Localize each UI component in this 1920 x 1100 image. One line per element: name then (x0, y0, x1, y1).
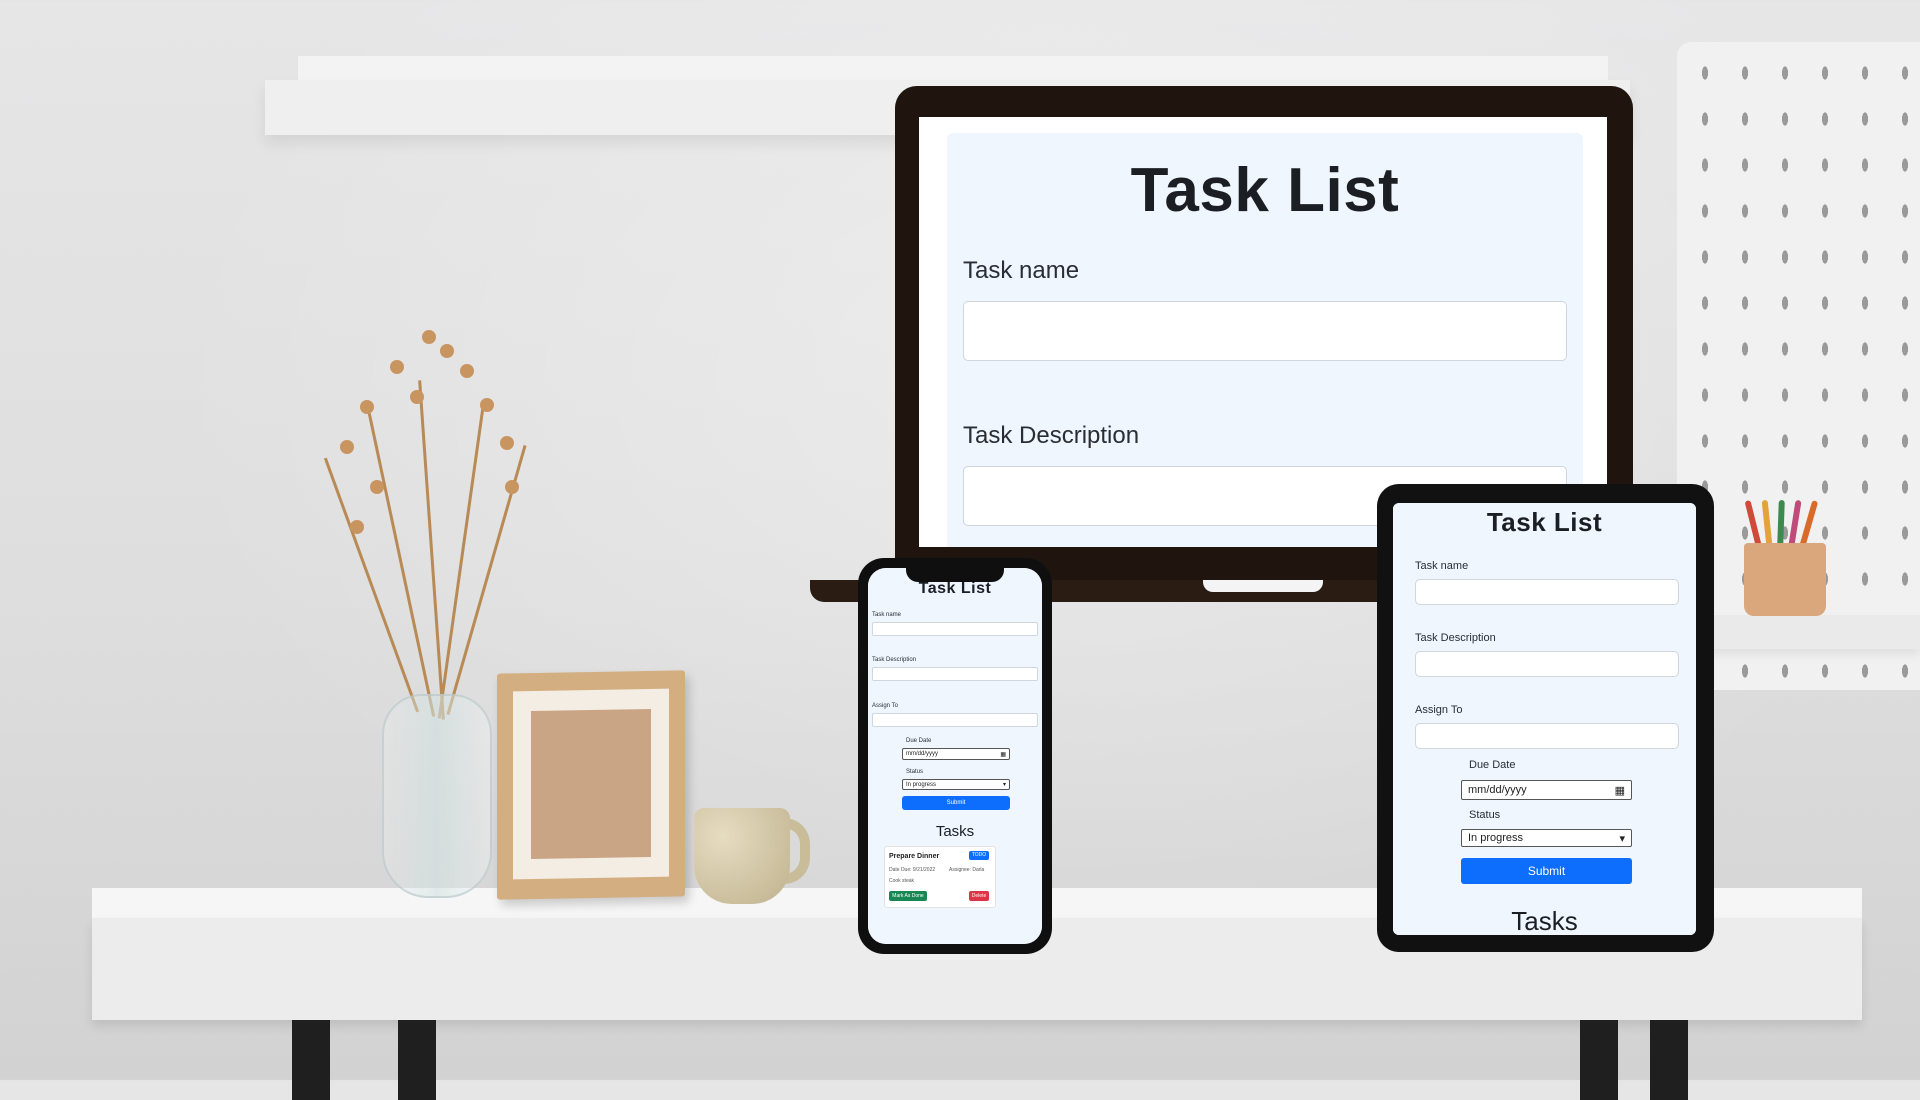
chevron-down-icon: ▾ (1619, 832, 1625, 845)
dried-flowers (323, 320, 540, 720)
wall-shelf-top (298, 56, 1608, 82)
task-description-input[interactable] (872, 667, 1038, 681)
due-date-placeholder: mm/dd/yyyy (1468, 784, 1527, 796)
table-leg (1650, 1020, 1688, 1100)
task-form-card: Task List Task name Task Description Ass… (868, 568, 1042, 944)
due-date-input[interactable]: mm/dd/yyyy ▦ (1461, 780, 1632, 800)
tasks-heading: Tasks (1511, 906, 1578, 935)
due-date-input[interactable]: mm/dd/yyyy ▦ (902, 748, 1010, 760)
task-due-date: Date Due: 9/21/2022 (889, 867, 936, 873)
pegboard-shelf (1680, 615, 1920, 649)
status-select[interactable]: In progress ▾ (1461, 829, 1632, 847)
task-description-label: Task Description (963, 422, 1140, 449)
task-description-input[interactable] (1415, 651, 1679, 677)
status-label: Status (1469, 809, 1501, 821)
table-leg (398, 1020, 436, 1100)
page-title: Task List (1130, 156, 1400, 225)
status-select[interactable]: In progress ▾ (902, 779, 1010, 790)
page-title: Task List (918, 580, 992, 597)
pencil-cup (1744, 543, 1826, 616)
calendar-icon[interactable]: ▦ (1000, 751, 1006, 758)
task-form-card: Task List Task name Task Description Ass… (1393, 503, 1696, 935)
task-name-label: Task name (963, 257, 1080, 284)
assign-to-input[interactable] (1415, 723, 1679, 749)
tablet-screen: Task List Task name Task Description Ass… (1393, 503, 1696, 935)
phone-notch (906, 566, 1004, 582)
assign-to-input[interactable] (872, 713, 1038, 727)
task-name-label: Task name (872, 612, 902, 618)
page-title: Task List (1486, 507, 1603, 537)
calendar-icon[interactable]: ▦ (1615, 784, 1625, 797)
task-card: Prepare Dinner TODO Date Due: 9/21/2022 … (884, 846, 996, 908)
submit-button[interactable]: Submit (1461, 858, 1632, 884)
task-name-input[interactable] (1415, 579, 1679, 605)
table-leg (1580, 1020, 1618, 1100)
chevron-down-icon: ▾ (1002, 782, 1006, 788)
glass-vase (382, 694, 492, 898)
phone-screen: Task List Task name Task Description Ass… (868, 568, 1042, 944)
status-selected-value: In progress (1468, 832, 1524, 844)
submit-button[interactable]: Submit (902, 796, 1010, 810)
assign-to-label: Assign To (1415, 704, 1463, 716)
laptop-notch (1203, 580, 1323, 592)
delete-button[interactable]: Delete (969, 891, 989, 901)
due-date-label: Due Date (1469, 759, 1516, 771)
task-assignee: Assignee: Darla (949, 867, 985, 873)
mark-as-done-button[interactable]: Mark As Done (889, 891, 927, 901)
task-description-label: Task Description (872, 657, 917, 663)
due-date-label: Due Date (906, 738, 932, 744)
status-selected-value: In progress (906, 781, 937, 788)
picture-frame (497, 670, 685, 900)
assign-to-label: Assign To (872, 703, 898, 709)
task-name-label: Task name (1415, 560, 1469, 572)
table-leg (292, 1020, 330, 1100)
laptop-screen: Task List Task name Task Description (919, 117, 1607, 547)
task-description: Cook steak (889, 878, 915, 884)
status-badge: TODO (969, 851, 989, 860)
task-name-input[interactable] (872, 622, 1038, 636)
due-date-placeholder: mm/dd/yyyy (906, 751, 939, 757)
task-name-input[interactable] (963, 301, 1567, 361)
task-description-label: Task Description (1415, 632, 1496, 644)
speckled-mug (694, 808, 790, 904)
task-name: Prepare Dinner (889, 853, 940, 860)
status-label: Status (906, 769, 924, 775)
tasks-heading: Tasks (935, 823, 975, 840)
